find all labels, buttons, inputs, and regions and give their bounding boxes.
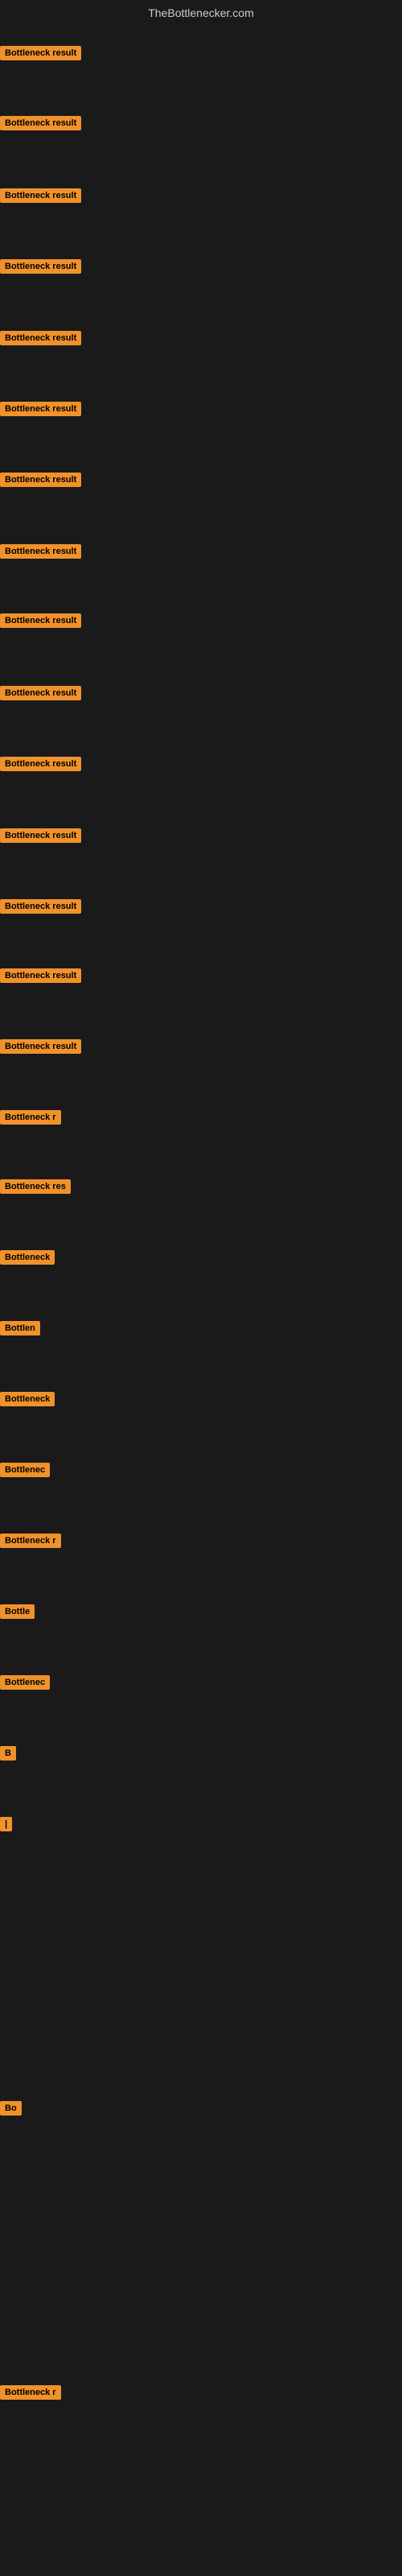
bottleneck-badge[interactable]: Bottleneck result — [0, 402, 81, 416]
bottleneck-badge[interactable]: Bo — [0, 2101, 22, 2116]
bottleneck-badge[interactable]: Bottleneck result — [0, 116, 81, 130]
bottleneck-badge[interactable]: Bottleneck result — [0, 613, 81, 628]
bottleneck-badge[interactable]: Bottleneck result — [0, 899, 81, 914]
bottleneck-badge[interactable]: B — [0, 1746, 16, 1761]
bottleneck-badge[interactable]: Bottleneck result — [0, 544, 81, 559]
bottleneck-badge[interactable]: Bottleneck result — [0, 46, 81, 60]
bottleneck-badge[interactable]: Bottleneck r — [0, 1534, 61, 1548]
bottleneck-badge[interactable]: Bottleneck r — [0, 1110, 61, 1125]
bottleneck-badge[interactable]: Bottleneck result — [0, 968, 81, 983]
bottleneck-badge[interactable]: Bottleneck result — [0, 331, 81, 345]
bottleneck-badge[interactable]: | — [0, 1817, 12, 1831]
site-title: TheBottlenecker.com — [148, 6, 254, 19]
bottleneck-badge[interactable]: Bottle — [0, 1604, 35, 1619]
bottleneck-badge[interactable]: Bottleneck result — [0, 757, 81, 771]
bottleneck-badge[interactable]: Bottleneck — [0, 1250, 55, 1265]
bottleneck-badge[interactable]: Bottlen — [0, 1321, 40, 1335]
bottleneck-badge[interactable]: Bottleneck r — [0, 2385, 61, 2400]
bottleneck-badge[interactable]: Bottleneck result — [0, 473, 81, 487]
bottleneck-badge[interactable]: Bottleneck result — [0, 828, 81, 843]
bottleneck-badge[interactable]: Bottlenec — [0, 1675, 50, 1690]
bottleneck-badge[interactable]: Bottleneck res — [0, 1179, 71, 1194]
bottleneck-badge[interactable]: Bottlenec — [0, 1463, 50, 1477]
bottleneck-badge[interactable]: Bottleneck result — [0, 1039, 81, 1054]
bottleneck-badge[interactable]: Bottleneck result — [0, 259, 81, 274]
bottleneck-badge[interactable]: Bottleneck — [0, 1392, 55, 1406]
bottleneck-badge[interactable]: Bottleneck result — [0, 686, 81, 700]
bottleneck-badge[interactable]: Bottleneck result — [0, 188, 81, 203]
